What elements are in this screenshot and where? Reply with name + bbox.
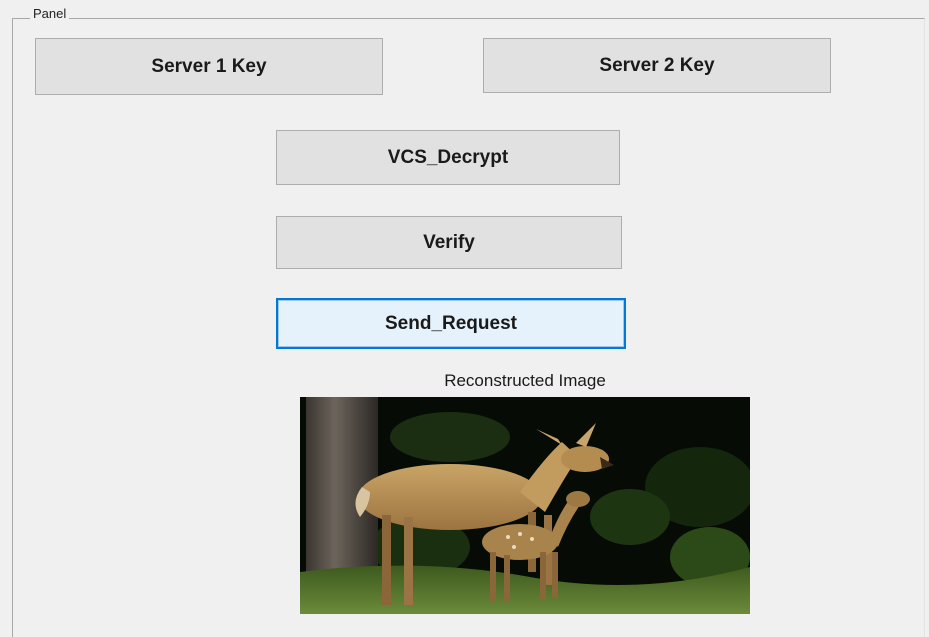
deer-photo-icon <box>300 397 750 614</box>
send-request-button[interactable]: Send_Request <box>276 298 626 349</box>
verify-button[interactable]: Verify <box>276 216 622 269</box>
panel-title: Panel <box>30 6 70 22</box>
reconstructed-image-title: Reconstructed Image <box>444 371 606 390</box>
app-window: Panel Server 1 Key Server 2 Key VCS_Decr… <box>0 0 929 637</box>
vcs-decrypt-button[interactable]: VCS_Decrypt <box>276 130 620 185</box>
server-1-key-button[interactable]: Server 1 Key <box>35 38 383 95</box>
server-2-key-button[interactable]: Server 2 Key <box>483 38 831 93</box>
reconstructed-image <box>300 397 750 614</box>
